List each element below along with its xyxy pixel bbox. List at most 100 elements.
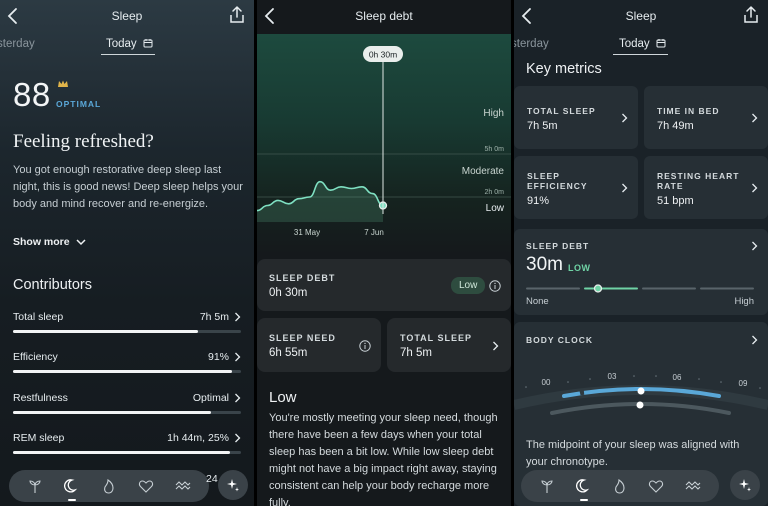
scale-segment-active (584, 287, 638, 290)
tab-today[interactable]: Today (619, 38, 666, 50)
contributor-value: 7h 5m (199, 311, 229, 323)
header: Sleep (0, 0, 254, 32)
chevron-right-icon (493, 341, 499, 351)
metric-label: TOTAL SLEEP (527, 106, 596, 116)
metric-label: TIME IN BED (657, 106, 720, 116)
metric-time-in-bed[interactable]: TIME IN BED 7h 49m (644, 86, 768, 149)
metric-label: BODY CLOCK (526, 335, 593, 345)
flame-icon[interactable] (101, 478, 117, 494)
progress-fill (13, 411, 212, 414)
chart-series (257, 180, 388, 222)
contributor-label: Efficiency (13, 351, 58, 363)
tab-underline (613, 54, 668, 55)
activity-icon[interactable] (175, 478, 191, 494)
advisor-button[interactable] (218, 470, 248, 500)
tab-yesterday[interactable]: Yesterday (0, 38, 35, 50)
share-icon[interactable] (228, 5, 246, 25)
contributor-efficiency[interactable]: Efficiency 91% (13, 351, 241, 381)
dial-tick (589, 378, 591, 380)
section-heading: Low (269, 389, 297, 406)
chevron-down-icon (76, 238, 86, 245)
gridline-2h-label: 2h 0m (485, 189, 505, 196)
metric-total-sleep[interactable]: TOTAL SLEEP 7h 5m (514, 86, 638, 149)
dial-tick (633, 375, 635, 377)
metric-resting-heart-rate[interactable]: RESTING HEART RATE 51 bpm (644, 156, 768, 219)
peek-text: 24 (206, 473, 218, 485)
chevron-right-icon (235, 433, 241, 443)
clock-tick-label: 09 (739, 379, 748, 388)
activity-icon[interactable] (685, 478, 701, 494)
contributors-title: Contributors (13, 277, 92, 293)
contributor-label: Total sleep (13, 311, 64, 323)
card-label: TOTAL SLEEP (400, 333, 473, 343)
clock-tick-label: 03 (608, 372, 617, 381)
header: Sleep (514, 0, 768, 32)
tab-underline (101, 54, 155, 55)
progress-track (13, 370, 241, 373)
metric-value: 51 bpm (657, 195, 694, 207)
scale-segment (700, 287, 754, 290)
nav-sleep[interactable] (64, 478, 80, 501)
chevron-right-icon (235, 393, 241, 403)
body-clock-dial: 00 03 06 09 (514, 372, 768, 415)
header: Sleep debt (257, 0, 511, 32)
band-low-label: Low (486, 203, 505, 214)
card-value: 0h 30m (269, 287, 308, 299)
tab-yesterday[interactable]: Yesterday (514, 38, 549, 50)
tab-today-label: Today (106, 38, 137, 50)
scale-segment (526, 287, 580, 290)
sleep-window-gap (579, 389, 585, 396)
sparkle-icon (227, 479, 239, 492)
page-title: Sleep debt (355, 9, 413, 23)
contributor-restfulness[interactable]: Restfulness Optimal (13, 392, 241, 422)
chevron-right-icon (622, 183, 628, 193)
headline: Feeling refreshed? (13, 131, 154, 152)
calendar-icon (143, 39, 153, 48)
moon-icon (64, 479, 78, 493)
chevron-right-icon (235, 352, 241, 362)
home-icon[interactable] (27, 478, 43, 494)
show-more-label: Show more (13, 236, 70, 248)
show-more-button[interactable]: Show more (13, 236, 86, 248)
dial-tick (567, 381, 569, 383)
x-tick-label: 31 May (294, 228, 320, 237)
progress-fill (13, 370, 232, 373)
contributor-total-sleep[interactable]: Total sleep 7h 5m (13, 311, 241, 341)
day-tabs: Yesterday Today (0, 36, 254, 56)
calendar-icon (656, 39, 666, 48)
sleep-debt-chart[interactable]: 5h 0m 2h 0m High Moderate Low 0h 30m 31 … (257, 34, 511, 244)
status-badge: Low (451, 277, 486, 294)
heart-icon[interactable] (648, 478, 664, 494)
progress-track (13, 330, 241, 333)
chevron-right-icon (622, 113, 628, 123)
contributor-rem-sleep[interactable]: REM sleep 1h 44m, 25% (13, 432, 241, 462)
scale-segment (642, 287, 696, 290)
total-sleep-card[interactable]: TOTAL SLEEP 7h 5m (387, 318, 511, 372)
tab-today[interactable]: Today (106, 38, 153, 50)
scale-min-label: None (526, 296, 549, 307)
section-text: You're mostly meeting your sleep need, t… (269, 412, 498, 506)
x-tick-label: 7 Jun (364, 228, 384, 237)
home-icon[interactable] (539, 478, 555, 494)
sleep-score: 88 (13, 76, 51, 113)
sleep-debt-card[interactable]: SLEEP DEBT 0h 30m Low (257, 259, 511, 311)
contributor-label: REM sleep (13, 432, 65, 444)
nav-sleep[interactable] (575, 478, 592, 501)
page-title: Sleep (111, 9, 143, 23)
metric-label: RESTING HEART RATE (657, 171, 740, 191)
key-metrics-panel: Sleep Yesterday Today Key metrics TOTAL … (514, 0, 768, 506)
card-value: 6h 55m (269, 347, 308, 359)
sleep-need-card[interactable]: SLEEP NEED 6h 55m (257, 318, 381, 372)
metric-label: SLEEP EFFICIENCY (527, 171, 588, 191)
bottom-nav (9, 470, 209, 502)
dial-tick (759, 387, 761, 389)
info-icon[interactable] (359, 340, 371, 352)
heart-icon[interactable] (138, 478, 154, 494)
share-icon[interactable] (742, 5, 760, 25)
metric-sleep-efficiency[interactable]: SLEEP EFFICIENCY 91% (514, 156, 638, 219)
info-icon[interactable] (489, 280, 501, 292)
advisor-button[interactable] (730, 470, 760, 500)
sparkle-icon (739, 479, 751, 492)
flame-icon[interactable] (612, 478, 628, 494)
chronotype-dot (636, 401, 644, 409)
